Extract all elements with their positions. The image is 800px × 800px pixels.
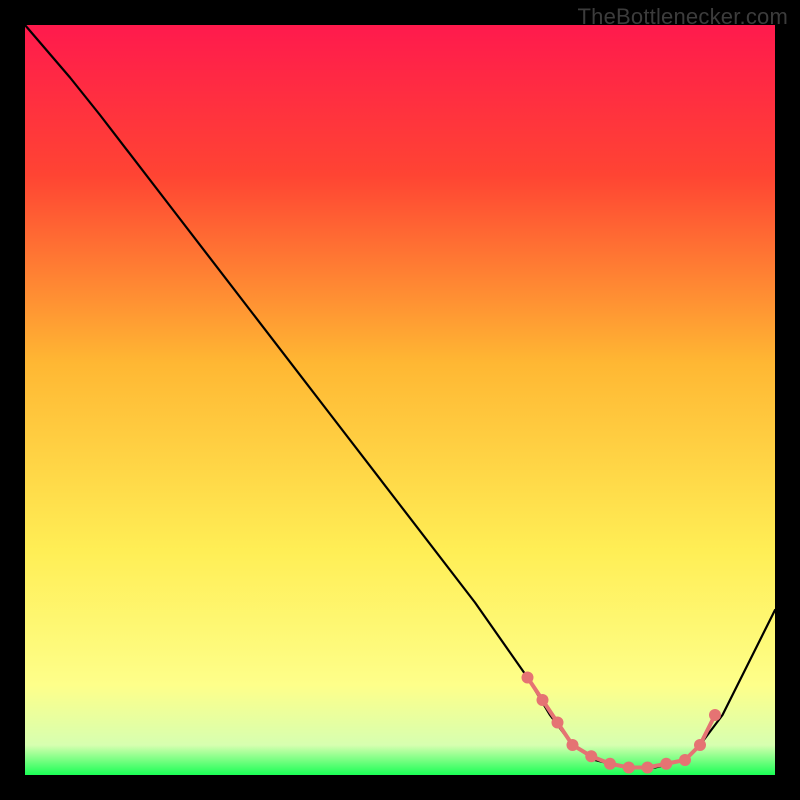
marker-dot	[567, 739, 579, 751]
marker-dot	[709, 709, 721, 721]
marker-dot	[537, 694, 549, 706]
marker-dot	[604, 758, 616, 770]
marker-dot	[552, 717, 564, 729]
marker-dot	[694, 739, 706, 751]
marker-dot	[623, 762, 635, 774]
chart-svg	[25, 25, 775, 775]
gradient-background	[25, 25, 775, 775]
chart-frame: TheBottlenecker.com	[0, 0, 800, 800]
marker-dot	[522, 672, 534, 684]
marker-dot	[585, 750, 597, 762]
plot-area	[25, 25, 775, 775]
marker-dot	[679, 754, 691, 766]
marker-dot	[660, 758, 672, 770]
marker-dot	[642, 762, 654, 774]
